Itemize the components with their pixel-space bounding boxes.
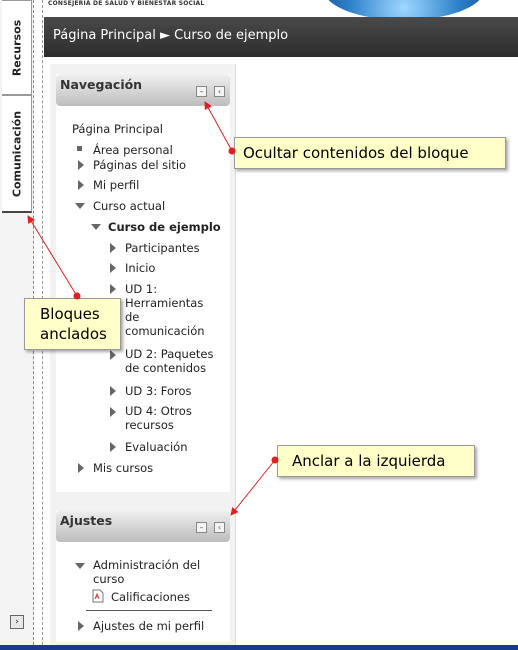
grades-document-icon [92,589,104,603]
collapse-arrow-icon[interactable] [75,563,85,569]
undock-toggle-icon[interactable]: › [10,615,24,629]
nav-personal-link[interactable]: Área personal [93,143,173,157]
dock-block-icon[interactable]: ‹ [214,86,225,97]
expand-arrow-icon[interactable] [110,386,116,396]
collapse-arrow-icon[interactable] [75,203,85,209]
expand-arrow-icon[interactable] [110,350,116,360]
navigation-block-header: Navegación – ‹ [56,74,230,106]
dock-tab-label: Comunicación [10,110,23,197]
settings-course-admin[interactable]: Administración del curso [93,558,213,586]
expand-arrow-icon[interactable] [110,407,116,417]
dock-tab-comunicacion[interactable]: Comunicación [2,95,32,213]
bullet-icon [77,146,82,151]
nav-evaluation[interactable]: Evaluación [125,440,188,454]
expand-arrow-icon[interactable] [110,284,116,294]
expand-arrow-icon[interactable] [110,442,116,452]
navigation-block: Navegación – ‹ Página Principal Área per… [56,74,230,492]
nav-ud3[interactable]: UD 3: Foros [125,384,192,398]
hide-block-icon[interactable]: – [196,86,207,97]
settings-block-header: Ajustes – ‹ [56,510,230,542]
expand-arrow-icon[interactable] [78,621,84,631]
org-name: CONSEJERÍA DE SALUD Y BIENESTAR SOCIAL [48,0,205,7]
expand-arrow-icon[interactable] [78,160,84,170]
bottom-border [0,645,518,650]
callout-docked-blocks: Bloques anclados [24,298,121,350]
expand-arrow-icon[interactable] [78,463,84,473]
hide-block-icon[interactable]: – [196,522,207,533]
nav-ud1[interactable]: UD 1: Herramientas de comunicación [125,282,215,338]
breadcrumb: Página Principal ► Curso de ejemplo [44,17,518,57]
nav-profile[interactable]: Mi perfil [93,178,139,192]
nav-ud2[interactable]: UD 2: Paquetes de contenidos [125,347,223,375]
nav-site-pages[interactable]: Páginas del sitio [93,158,186,172]
breadcrumb-home-link[interactable]: Página Principal [53,28,156,43]
settings-block-title: Ajustes [60,513,113,528]
callout-dock-left: Anclar a la izquierda [277,445,475,477]
breadcrumb-course-link[interactable]: Curso de ejemplo [174,28,288,43]
expand-arrow-icon[interactable] [78,180,84,190]
nav-current-course[interactable]: Curso actual [93,199,165,213]
collapse-arrow-icon[interactable] [91,224,101,230]
navigation-block-title: Navegación [60,77,143,92]
nav-home-link[interactable]: Página Principal [72,122,163,136]
expand-arrow-icon[interactable] [110,243,116,253]
nav-my-courses[interactable]: Mis cursos [93,461,153,475]
dock-tab-recursos[interactable]: Recursos [2,0,32,95]
nav-participants[interactable]: Participantes [125,241,200,255]
settings-divider [86,610,212,611]
nav-start[interactable]: Inicio [125,261,155,275]
callout-hide-block: Ocultar contenidos del bloque [234,137,506,169]
nav-ud4[interactable]: UD 4: Otros recursos [125,404,205,432]
dock-block-icon[interactable]: ‹ [214,522,225,533]
nav-course[interactable]: Curso de ejemplo [108,220,221,234]
blocks-column: Navegación – ‹ Página Principal Área per… [50,64,236,645]
breadcrumb-separator-icon: ► [159,28,170,43]
settings-block: Ajustes – ‹ Administración del curso Cal… [56,510,230,642]
settings-profile[interactable]: Ajustes de mi perfil [93,619,204,633]
site-header: CONSEJERÍA DE SALUD Y BIENESTAR SOCIAL [44,0,518,20]
arrow-dock-left [230,459,276,516]
dock-tab-label: Recursos [10,19,23,76]
expand-arrow-icon[interactable] [110,263,116,273]
settings-grades-link[interactable]: Calificaciones [111,590,190,604]
